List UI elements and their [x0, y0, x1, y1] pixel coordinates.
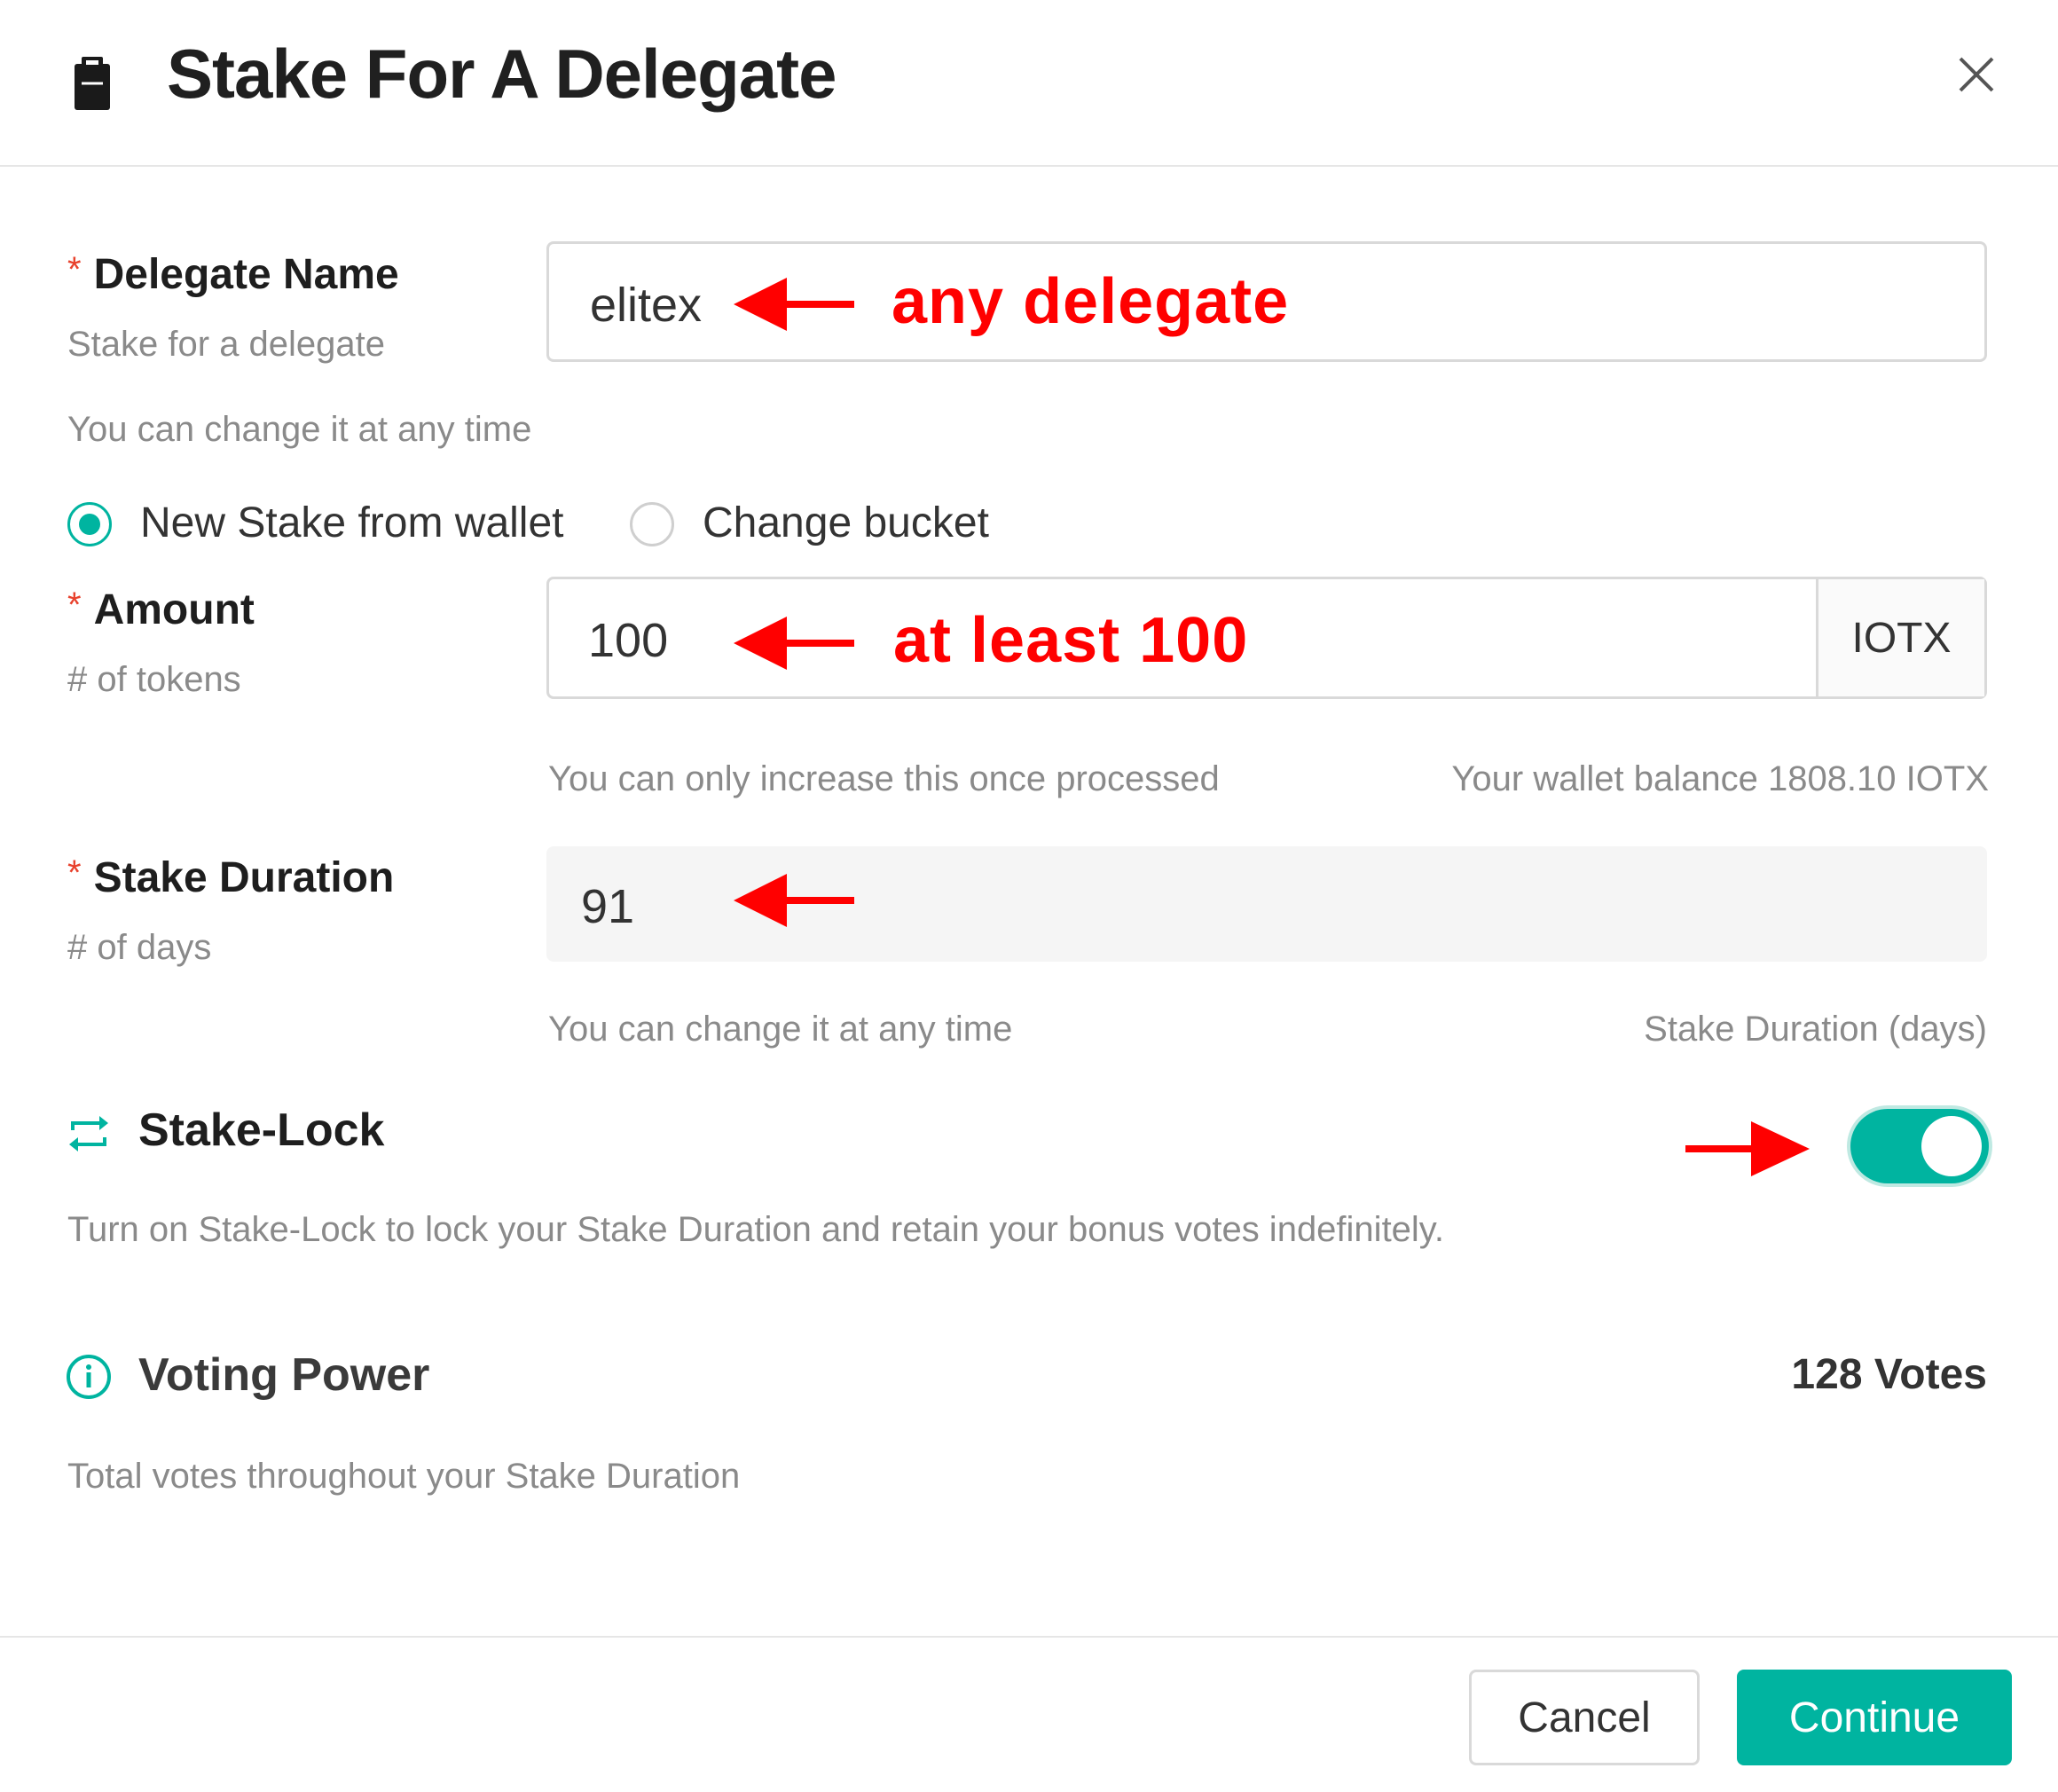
radio-new-stake-label[interactable]: New Stake from wallet: [140, 499, 564, 547]
stake-duration-sublabel: # of days: [67, 928, 212, 967]
delegate-name-input[interactable]: elitex any delegate: [546, 241, 1987, 362]
amount-unit-addon: IOTX: [1816, 579, 1984, 696]
stake-lock-title: Stake-Lock: [138, 1104, 385, 1156]
stake-duration-label-text: Stake Duration: [93, 854, 395, 901]
amount-annotation: at least 100: [893, 605, 1249, 676]
cancel-button[interactable]: Cancel: [1469, 1670, 1700, 1765]
delegate-name-value: elitex: [590, 279, 703, 332]
amount-label-text: Amount: [93, 586, 255, 633]
amount-hint: You can only increase this once processe…: [548, 759, 1220, 798]
delegate-name-sublabel: Stake for a delegate: [67, 325, 386, 364]
toggle-knob: [1921, 1116, 1982, 1176]
delegate-hint: You can change it at any time: [67, 410, 532, 449]
close-icon[interactable]: [1948, 46, 2005, 103]
annotation-arrow-icon: [734, 874, 854, 927]
annotation-arrow-icon: [734, 278, 854, 331]
repeat-icon: [69, 1116, 108, 1151]
stake-lock-description: Turn on Stake-Lock to lock your Stake Du…: [67, 1210, 1444, 1249]
stake-lock-toggle[interactable]: [1850, 1109, 1989, 1183]
radio-change-bucket-label[interactable]: Change bucket: [703, 499, 989, 547]
wallet-balance: Your wallet balance 1808.10 IOTX: [1451, 759, 1989, 798]
radio-new-stake[interactable]: [67, 502, 112, 546]
delegate-name-label-text: Delegate Name: [93, 251, 399, 298]
stake-duration-input[interactable]: 91: [546, 846, 1987, 962]
stake-duration-unit-hint: Stake Duration (days): [1644, 1010, 1987, 1049]
stake-duration-value: 91: [581, 880, 635, 933]
info-circle-icon: [67, 1355, 111, 1399]
dialog-title: Stake For A Delegate: [167, 35, 837, 113]
amount-input[interactable]: 100 at least 100 IOTX: [546, 577, 1987, 699]
document-clipboard-icon: [75, 57, 110, 110]
delegate-annotation: any delegate: [892, 266, 1290, 337]
voting-power-title: Voting Power: [138, 1349, 430, 1401]
required-marker: *: [67, 853, 82, 892]
voting-power-value: 128 Votes: [1791, 1351, 1987, 1398]
delegate-name-label: * Delegate Name: [67, 250, 399, 299]
radio-change-bucket[interactable]: [630, 502, 674, 546]
stake-duration-label: * Stake Duration: [67, 853, 394, 902]
annotation-arrow-icon: [1685, 1121, 1810, 1176]
voting-power-description: Total votes throughout your Stake Durati…: [67, 1457, 741, 1496]
stake-duration-hint: You can change it at any time: [548, 1010, 1013, 1049]
amount-sublabel: # of tokens: [67, 660, 241, 699]
amount-label: * Amount: [67, 586, 255, 634]
annotation-arrow-icon: [734, 617, 854, 670]
continue-button[interactable]: Continue: [1737, 1670, 2012, 1765]
footer-divider: [0, 1636, 2058, 1638]
required-marker: *: [67, 586, 82, 625]
amount-value: 100: [588, 614, 669, 667]
required-marker: *: [67, 250, 82, 289]
